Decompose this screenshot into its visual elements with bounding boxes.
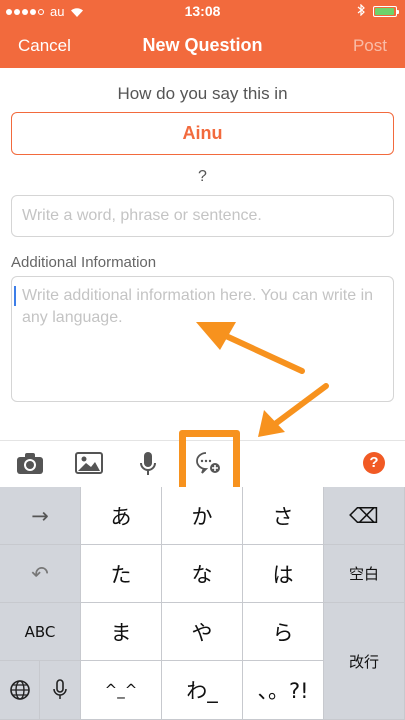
key-globe[interactable] xyxy=(0,661,40,720)
key-a[interactable]: あ xyxy=(81,487,162,545)
microphone-icon[interactable] xyxy=(139,451,157,482)
japanese-keyboard: → あ か さ ⌫ ↶ た な は 空白 ABC ま や ら 改行 ^_^ わ_… xyxy=(0,487,405,720)
key-na[interactable]: な xyxy=(162,545,243,603)
image-icon[interactable] xyxy=(75,451,103,480)
key-sa[interactable]: さ xyxy=(243,487,324,545)
key-undo[interactable]: ↶ xyxy=(0,545,81,603)
key-mic[interactable] xyxy=(40,661,81,720)
globe-icon xyxy=(9,680,30,700)
key-wa[interactable]: わ_ xyxy=(162,661,243,720)
key-ta[interactable]: た xyxy=(81,545,162,603)
arrow-to-sticker xyxy=(258,383,329,437)
key-emoticon[interactable]: ^_^ xyxy=(81,661,162,720)
help-icon[interactable]: ? xyxy=(363,452,385,474)
arrow-to-textarea xyxy=(196,322,305,374)
key-ya[interactable]: や xyxy=(162,603,243,661)
key-next[interactable]: → xyxy=(0,487,81,545)
key-abc[interactable]: ABC xyxy=(0,603,81,661)
keyboard-microphone-icon xyxy=(53,679,67,699)
key-ra[interactable]: ら xyxy=(243,603,324,661)
key-ka[interactable]: か xyxy=(162,487,243,545)
key-ma[interactable]: ま xyxy=(81,603,162,661)
key-enter[interactable]: 改行 xyxy=(324,603,405,720)
camera-icon[interactable] xyxy=(16,451,44,480)
key-delete[interactable]: ⌫ xyxy=(324,487,405,545)
key-ha[interactable]: は xyxy=(243,545,324,603)
key-punctuation[interactable]: 、。?! xyxy=(243,661,324,720)
key-space[interactable]: 空白 xyxy=(324,545,405,603)
